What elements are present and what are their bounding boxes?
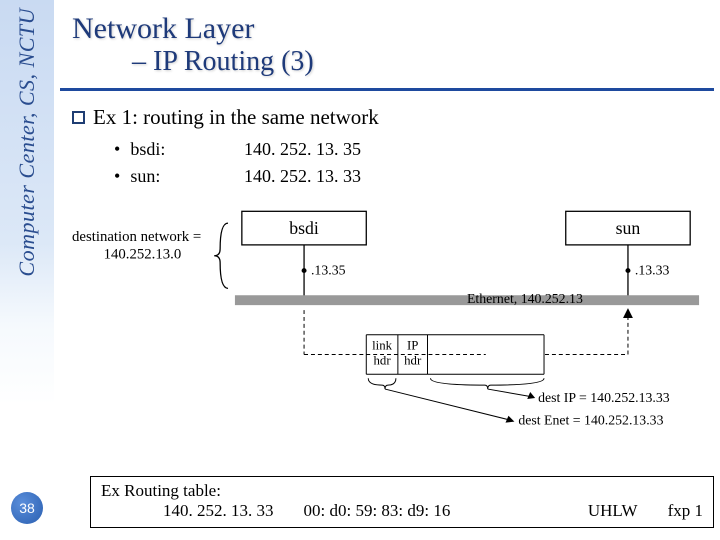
- title-line-1: Network Layer: [72, 12, 702, 46]
- brace-icon: [214, 223, 228, 288]
- square-bullet-icon: [72, 111, 85, 124]
- section-heading: Ex 1: routing in the same network: [93, 105, 379, 130]
- sub-list: bsdi: 140. 252. 13. 35 sun: 140. 252. 13…: [72, 130, 704, 190]
- content-area: Network Layer – IP Routing (3) Ex 1: rou…: [60, 8, 714, 435]
- dot-right-icon: [625, 268, 630, 273]
- footer-mac: 00: d0: 59: 83: d9: 16: [304, 501, 451, 521]
- footer-ip: 140. 252. 13. 33: [163, 501, 274, 521]
- dest-ip-label: dest IP = 140.252.13.33: [538, 390, 670, 405]
- ip-hdr-1: IP: [407, 339, 418, 353]
- iface-right: .13.33: [635, 263, 670, 278]
- sidebar-org-text: Computer Center, CS, NCTU: [14, 8, 40, 277]
- section-heading-row: Ex 1: routing in the same network: [72, 105, 704, 130]
- footer-row: 140. 252. 13. 33 00: d0: 59: 83: d9: 16 …: [101, 501, 703, 521]
- sub-row-1: sun: 140. 252. 13. 33: [114, 163, 704, 190]
- footer-flags: UHLW: [588, 501, 638, 521]
- host-right-label: sun: [616, 218, 641, 238]
- page-number-badge: 38: [11, 492, 43, 524]
- brace-ip-icon: [430, 378, 544, 389]
- host-left-label: bsdi: [289, 218, 319, 238]
- footer-title: Ex Routing table:: [101, 481, 703, 501]
- sub-ip-1: 140. 252. 13. 33: [244, 163, 361, 190]
- link-hdr-2: hdr: [374, 353, 392, 367]
- title-line-2: – IP Routing (3): [72, 46, 702, 78]
- sub-ip-0: 140. 252. 13. 35: [244, 136, 361, 163]
- dest-enet-label: dest Enet = 140.252.13.33: [518, 413, 663, 428]
- body-block: Ex 1: routing in the same network bsdi: …: [60, 91, 714, 435]
- dest-net-value: 140.252.13.0: [104, 247, 182, 263]
- brace-enet-arrow: [385, 389, 512, 421]
- link-hdr-1: link: [372, 339, 393, 353]
- arrowhead-icon: [623, 308, 633, 318]
- sub-name-0: bsdi:: [114, 136, 204, 163]
- footer-iface: fxp 1: [668, 501, 703, 521]
- dot-left-icon: [302, 268, 307, 273]
- iface-left: .13.35: [311, 263, 346, 278]
- sub-row-0: bsdi: 140. 252. 13. 35: [114, 136, 704, 163]
- brace-ip-arrow: [488, 389, 533, 397]
- network-diagram: destination network = 140.252.13.0 bsdi …: [72, 200, 704, 430]
- footer-routing-box: Ex Routing table: 140. 252. 13. 33 00: d…: [90, 476, 714, 528]
- title-block: Network Layer – IP Routing (3): [60, 8, 714, 91]
- brace-enet-icon: [368, 378, 396, 389]
- ethernet-label: Ethernet, 140.252.13: [467, 291, 583, 306]
- brace-ip-arrowhead-icon: [527, 392, 535, 399]
- ip-hdr-2: hdr: [404, 353, 422, 367]
- sidebar: Computer Center, CS, NCTU 38: [0, 0, 54, 540]
- sub-name-1: sun:: [114, 163, 204, 190]
- dest-net-label: destination network =: [72, 229, 201, 245]
